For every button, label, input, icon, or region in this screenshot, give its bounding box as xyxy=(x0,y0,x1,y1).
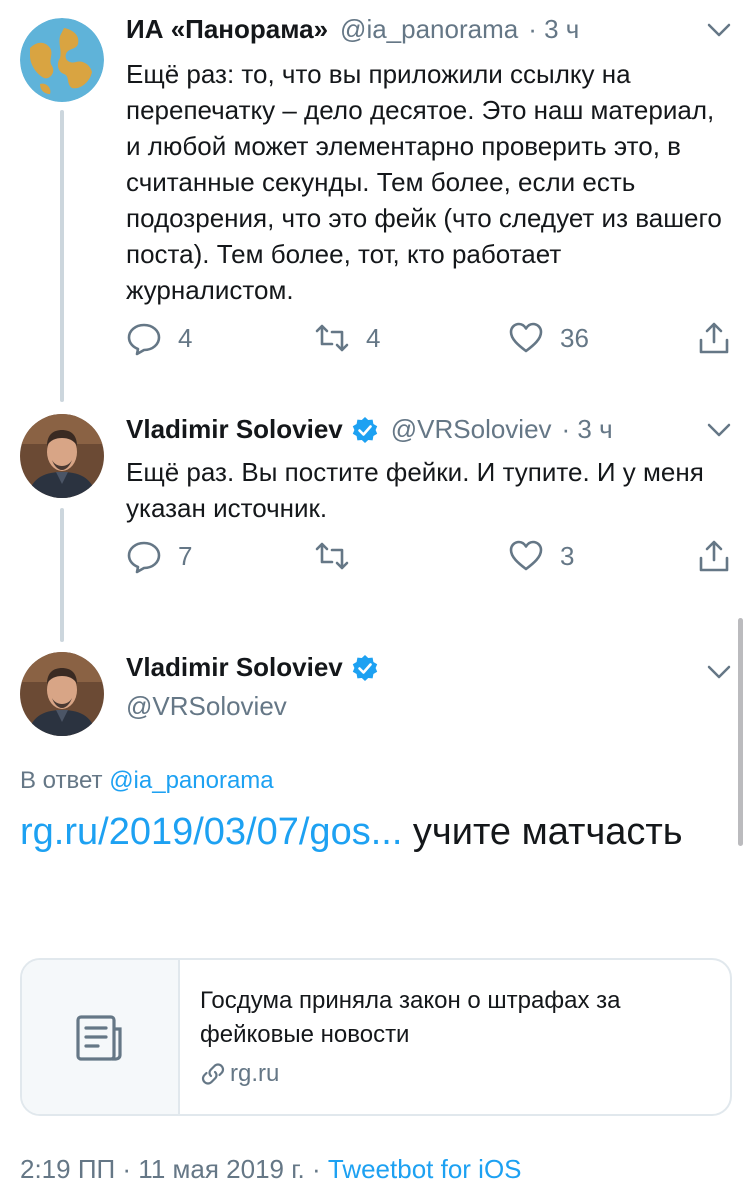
tweet-timestamp: 2:19 ПП · 11 мая 2019 г. · xyxy=(20,1154,328,1184)
link-card[interactable]: Госдума приняла закон о штрафах за фейко… xyxy=(20,958,732,1116)
like-count: 36 xyxy=(560,322,589,353)
tweet-header: Vladimir Soloviev @VRSoloviev · 3 ч xyxy=(126,414,613,445)
retweet-count: 4 xyxy=(366,322,381,353)
article-icon xyxy=(76,1015,122,1061)
chevron-down-icon[interactable] xyxy=(706,20,732,40)
scrollbar[interactable] xyxy=(738,618,743,846)
author-name[interactable]: ИА «Панорама» xyxy=(126,14,328,45)
client-link[interactable]: Tweetbot for iOS xyxy=(328,1154,522,1184)
tweet-text: Ещё раз. Вы постите фейки. И тупите. И у… xyxy=(126,457,704,523)
chevron-down-icon[interactable] xyxy=(706,662,732,682)
avatar[interactable] xyxy=(20,652,104,736)
retweet-button[interactable]: 4 xyxy=(314,320,380,356)
reply-count: 7 xyxy=(178,540,193,571)
tweet[interactable]: ИА «Панорама» @ia_panorama · 3 ч Ещё раз… xyxy=(0,14,750,374)
tweet[interactable]: Vladimir Soloviev @VRSoloviev · 3 ч Ещё … xyxy=(0,414,750,594)
reply-button[interactable]: 7 xyxy=(126,538,192,574)
tweet-time: · 3 ч xyxy=(561,414,613,444)
retweet-button[interactable] xyxy=(314,538,366,574)
main-tweet-text: rg.ru/2019/03/07/gos... учите матчасть xyxy=(20,806,720,858)
share-button[interactable] xyxy=(696,538,732,574)
reply-button[interactable]: 4 xyxy=(126,320,192,356)
tweet-actions: 4 4 36 xyxy=(126,320,736,360)
reply-prefix: В ответ xyxy=(20,767,103,794)
heart-icon xyxy=(509,540,543,571)
reply-icon xyxy=(127,541,161,574)
like-button[interactable]: 36 xyxy=(508,320,589,356)
tweet-actions: 7 3 xyxy=(126,538,736,578)
heart-icon xyxy=(509,322,543,353)
tweet-link[interactable]: rg.ru/2019/03/07/gos... xyxy=(20,811,402,853)
retweet-icon xyxy=(315,542,349,570)
verified-icon xyxy=(352,416,377,443)
share-icon xyxy=(699,540,729,572)
tweet-time: · 3 ч xyxy=(528,14,580,44)
card-domain-text: rg.ru xyxy=(230,1060,280,1087)
tweet-text: Ещё раз: то, что вы приложили ссылку на … xyxy=(126,59,722,305)
author-name[interactable]: Vladimir Soloviev xyxy=(126,652,343,683)
retweet-icon xyxy=(315,324,349,352)
user-photo-icon xyxy=(20,652,104,736)
author-handle[interactable]: @VRSoloviev xyxy=(391,414,552,445)
share-icon xyxy=(699,322,729,354)
main-tweet-header: Vladimir Soloviev @VRSoloviev xyxy=(126,652,379,722)
reply-count: 4 xyxy=(178,322,193,353)
like-button[interactable]: 3 xyxy=(508,538,574,574)
tweet-header: ИА «Панорама» @ia_panorama · 3 ч xyxy=(126,14,579,45)
tweet-footer: 2:19 ПП · 11 мая 2019 г. · Tweetbot for … xyxy=(20,1154,522,1185)
card-thumbnail xyxy=(22,960,180,1114)
reply-mention-link[interactable]: @ia_panorama xyxy=(109,767,273,794)
verified-icon xyxy=(352,654,377,681)
reply-icon xyxy=(127,323,161,356)
link-icon xyxy=(201,1063,225,1085)
like-count: 3 xyxy=(560,540,575,571)
author-handle[interactable]: @ia_panorama xyxy=(340,14,518,45)
card-domain: rg.ru xyxy=(200,1060,279,1088)
author-name[interactable]: Vladimir Soloviev xyxy=(126,414,343,445)
author-handle[interactable]: @VRSoloviev xyxy=(126,691,379,722)
reply-context: В ответ @ia_panorama xyxy=(20,767,274,795)
tweet-text-rest: учите матчасть xyxy=(402,811,683,853)
share-button[interactable] xyxy=(696,320,732,356)
card-title: Госдума приняла закон о штрафах за фейко… xyxy=(200,987,621,1048)
chevron-down-icon[interactable] xyxy=(706,420,732,440)
